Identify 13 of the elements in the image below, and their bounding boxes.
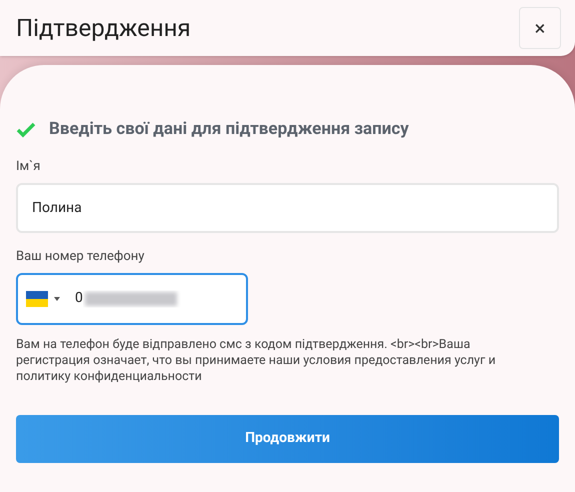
form-heading: Введіть свої дані для підтвердження запису [49,118,409,141]
phone-input[interactable]: 0 [16,272,248,324]
phone-value: 0 [75,289,83,308]
ukraine-flag-icon[interactable] [26,290,48,306]
name-label: Ім`я [16,158,40,176]
dialog-title: Підтвердження [16,13,191,44]
sms-notice: Вам на телефон буде відправлено смс з кодом підтвердження. <br><br>Ваша регистрация означает, что вы принимаете наши условия предоставления услуг и политику конфиденциальности [16,336,497,384]
continue-button[interactable]: Продовжити [16,414,559,462]
close-button[interactable]: × [519,7,561,49]
caret-icon[interactable] [54,296,60,300]
phone-label: Ваш номер телефону [16,248,144,266]
checkmark-icon [16,122,36,138]
name-input[interactable]: Полина [16,182,559,232]
